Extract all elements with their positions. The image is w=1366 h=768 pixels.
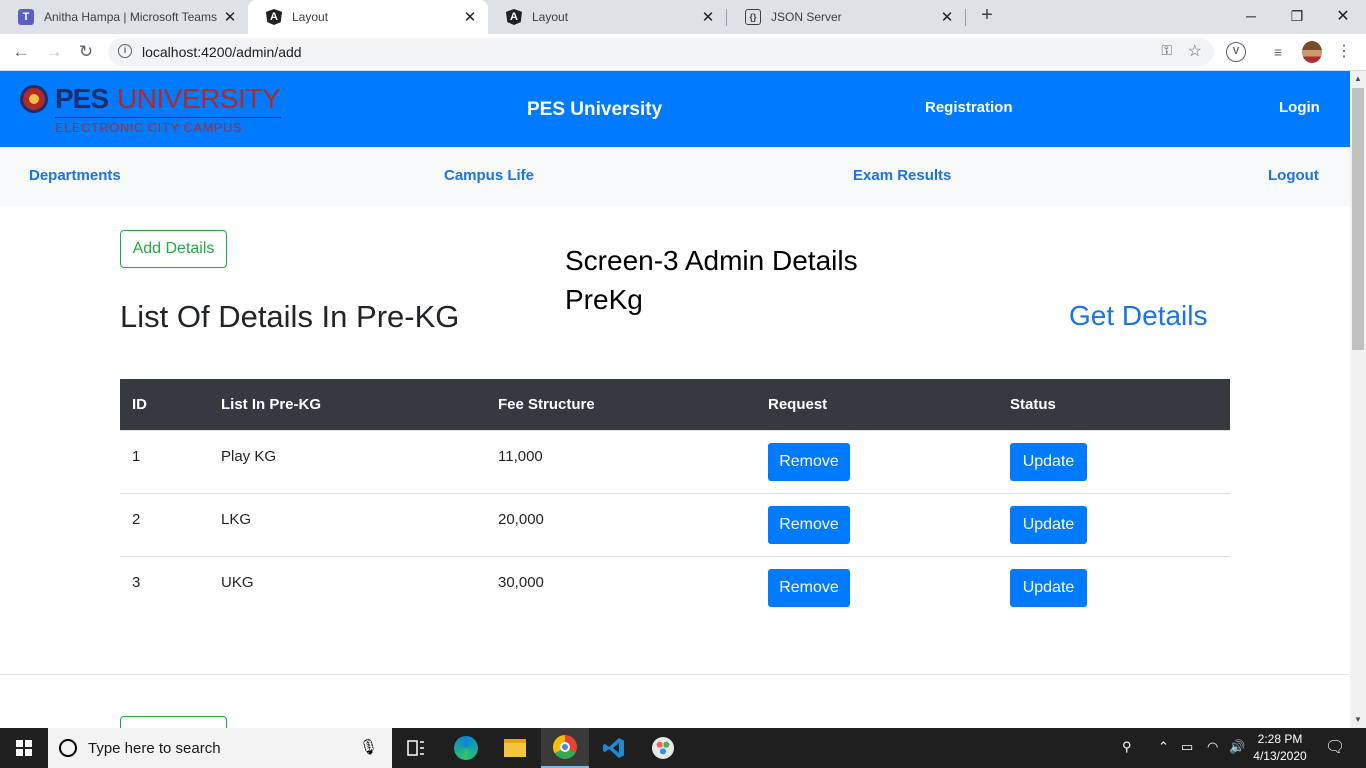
back-icon[interactable]: ←: [9, 40, 33, 64]
pes-university-logo[interactable]: PES UNIVERSITY ELECTRONIC CITY CAMPUS: [20, 83, 284, 137]
add-details-button[interactable]: Add Details: [120, 230, 227, 268]
chevron-up-icon[interactable]: ⌃: [1158, 739, 1169, 755]
people-icon[interactable]: ⚲: [1122, 739, 1132, 755]
volume-icon[interactable]: 🔊: [1229, 739, 1245, 755]
table-row: 3 UKG 30,000 Remove Update: [120, 556, 1230, 619]
forward-icon[interactable]: →: [42, 40, 66, 64]
scrollbar-thumb[interactable]: [1352, 88, 1364, 350]
tab-layout[interactable]: A Layout ✕: [488, 0, 726, 34]
cell-name: UKG: [221, 574, 254, 591]
windows-logo-icon: [16, 740, 32, 756]
cell-name: Play KG: [221, 448, 277, 465]
angular-icon: A: [506, 9, 522, 25]
wifi-icon[interactable]: ◠: [1207, 739, 1218, 755]
file-explorer-icon[interactable]: [491, 728, 539, 768]
login-link[interactable]: Login: [1279, 99, 1320, 116]
windows-taskbar: Type here to search 🎙 ⚲ ⌃ ▭ ◠ 🔊 2:28 PM …: [0, 728, 1366, 768]
system-clock[interactable]: 2:28 PM 4/13/2020: [1250, 731, 1310, 765]
close-tab-icon[interactable]: ✕: [939, 8, 955, 26]
details-table: ID List In Pre-KG Fee Structure Request …: [120, 379, 1230, 619]
chrome-icon[interactable]: [541, 728, 589, 768]
json-server-icon: {}: [745, 9, 761, 25]
paint-icon[interactable]: [639, 728, 687, 768]
cell-id: 3: [132, 574, 141, 591]
microphone-icon[interactable]: 🎙: [359, 738, 378, 756]
header-request: Request: [768, 396, 828, 413]
secondary-navbar: Departments Campus Life Exam Results Log…: [0, 147, 1350, 206]
brand-title[interactable]: PES University: [527, 99, 662, 121]
key-icon[interactable]: ⚿: [1161, 42, 1172, 59]
page-scrollbar[interactable]: ▲ ▼: [1350, 71, 1366, 728]
restore-icon[interactable]: ❐: [1274, 0, 1320, 32]
cell-fee: 20,000: [498, 511, 544, 528]
url-text[interactable]: localhost:4200/admin/add: [142, 44, 302, 60]
campus-life-link[interactable]: Campus Life: [444, 167, 534, 184]
cell-fee: 11,000: [498, 448, 543, 465]
menu-kebab-icon[interactable]: ⋮: [1334, 42, 1354, 62]
table-row: 2 LKG 20,000 Remove Update: [120, 493, 1230, 556]
angular-icon: A: [266, 9, 282, 25]
profile-avatar[interactable]: [1302, 41, 1322, 63]
cortana-icon: [59, 739, 77, 757]
task-view-icon[interactable]: [392, 728, 440, 768]
tab-layout-active[interactable]: A Layout ✕: [248, 0, 488, 34]
browser-tab-strip: T Anitha Hampa | Microsoft Teams ✕ A Lay…: [0, 0, 1366, 34]
vpn-extension-icon[interactable]: V: [1226, 42, 1246, 62]
update-button[interactable]: Update: [1010, 443, 1087, 481]
minimize-icon[interactable]: ─: [1228, 0, 1274, 32]
update-button[interactable]: Update: [1010, 569, 1087, 607]
bookmark-star-icon[interactable]: ☆: [1188, 41, 1202, 61]
partially-visible-button[interactable]: [120, 716, 227, 728]
vscode-icon[interactable]: [590, 728, 638, 768]
start-button[interactable]: [0, 728, 48, 768]
browser-toolbar: ← → ↻ i localhost:4200/admin/add ⚿ ☆ V ≡…: [0, 34, 1366, 71]
page-viewport: PES UNIVERSITY ELECTRONIC CITY CAMPUS PE…: [0, 71, 1350, 728]
tab-separator: [965, 9, 966, 26]
close-window-icon[interactable]: ✕: [1320, 0, 1366, 32]
header-status: Status: [1010, 396, 1056, 413]
get-details-link[interactable]: Get Details: [1069, 300, 1208, 332]
close-tab-icon[interactable]: ✕: [700, 8, 716, 26]
top-navbar: PES UNIVERSITY ELECTRONIC CITY CAMPUS PE…: [0, 71, 1350, 147]
close-tab-icon[interactable]: ✕: [222, 8, 238, 26]
update-button[interactable]: Update: [1010, 506, 1087, 544]
university-emblem-icon: [20, 85, 48, 113]
close-tab-icon[interactable]: ✕: [462, 8, 478, 26]
edge-icon[interactable]: [442, 728, 490, 768]
media-control-icon[interactable]: ≡: [1268, 42, 1288, 62]
screen-caption: Screen-3 Admin Details PreKg: [565, 245, 858, 315]
table-row: 1 Play KG 11,000 Remove Update: [120, 430, 1230, 493]
table-header: ID List In Pre-KG Fee Structure Request …: [120, 379, 1230, 430]
exam-results-link[interactable]: Exam Results: [853, 167, 951, 184]
tab-teams[interactable]: T Anitha Hampa | Microsoft Teams ✕: [0, 0, 248, 34]
site-info-icon[interactable]: i: [118, 44, 132, 58]
logout-link[interactable]: Logout: [1268, 167, 1319, 184]
remove-button[interactable]: Remove: [768, 443, 850, 481]
header-id: ID: [132, 396, 147, 413]
departments-link[interactable]: Departments: [29, 167, 121, 184]
page-title: List Of Details In Pre-KG: [120, 299, 460, 334]
section-divider: [0, 674, 1350, 675]
remove-button[interactable]: Remove: [768, 569, 850, 607]
header-list: List In Pre-KG: [221, 396, 322, 413]
cell-name: LKG: [221, 511, 252, 528]
battery-icon[interactable]: ▭: [1181, 739, 1193, 755]
scroll-down-arrow-icon[interactable]: ▼: [1350, 712, 1366, 728]
registration-link[interactable]: Registration: [925, 99, 1013, 116]
remove-button[interactable]: Remove: [768, 506, 850, 544]
reload-icon[interactable]: ↻: [74, 40, 98, 64]
address-bar[interactable]: i localhost:4200/admin/add ⚿ ☆: [108, 38, 1214, 66]
new-tab-button[interactable]: +: [976, 4, 998, 30]
cell-fee: 30,000: [498, 574, 544, 591]
taskbar-search[interactable]: Type here to search 🎙: [48, 728, 392, 768]
cell-id: 1: [132, 448, 141, 465]
tab-json-server[interactable]: {} JSON Server ✕: [727, 0, 965, 34]
notifications-icon[interactable]: 🗨: [1325, 737, 1345, 757]
teams-icon: T: [18, 9, 34, 25]
cell-id: 2: [132, 511, 141, 528]
header-fee: Fee Structure: [498, 396, 595, 413]
scroll-up-arrow-icon[interactable]: ▲: [1350, 71, 1366, 87]
